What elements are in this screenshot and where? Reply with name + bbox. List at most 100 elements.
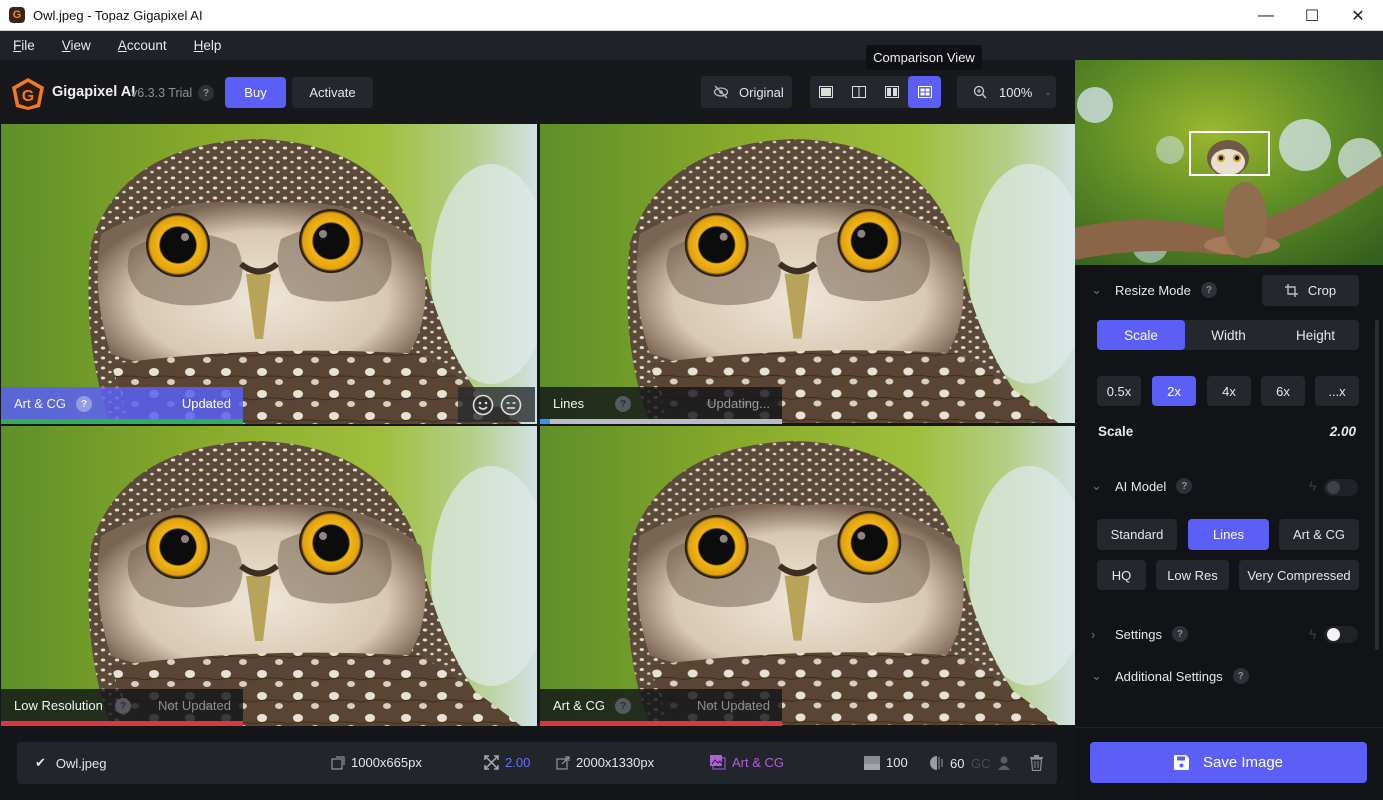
pane-status: Not Updated [697, 698, 770, 713]
zoom-in-icon [973, 85, 987, 99]
navigator-thumbnail[interactable] [1075, 60, 1383, 265]
scale-2x-button[interactable]: 2x [1152, 376, 1196, 406]
output-size-icon [556, 756, 570, 769]
help-icon[interactable]: ? [615, 396, 631, 412]
comparison-view-button[interactable] [908, 76, 941, 108]
original-toggle-button[interactable]: Original [701, 76, 792, 108]
image-info-bar[interactable]: ✔ Owl.jpeg 1000x665px 2.00 2000x1330px A… [17, 742, 1057, 784]
output-size-value: 2000x1330px [576, 755, 655, 770]
help-icon[interactable]: ? [1176, 478, 1193, 494]
side-by-side-view-button[interactable] [876, 76, 908, 108]
buy-button[interactable]: Buy [225, 77, 286, 108]
rating-controls [458, 387, 535, 422]
model-low-res-button[interactable]: Low Res [1156, 560, 1229, 590]
file-name: Owl.jpeg [55, 755, 107, 771]
window-titlebar: G Owl.jpeg - Topaz Gigapixel AI — ☐ ✕ [0, 0, 1383, 31]
input-size-icon [331, 756, 345, 769]
minimize-button[interactable]: — [1243, 0, 1289, 31]
pane-model-label: Lines ? Updating... [540, 387, 782, 424]
model-lines-button[interactable]: Lines [1188, 519, 1269, 550]
preview-pane[interactable]: Low Resolution ? Not Updated [1, 426, 537, 726]
tab-height[interactable]: Height [1272, 320, 1359, 350]
scale-info-value: 2.00 [505, 755, 531, 770]
lightning-icon: ϟ [1309, 626, 1317, 642]
gc-info: GC [971, 755, 1013, 771]
pane-status: Updated [181, 396, 231, 411]
scale-custom-button[interactable]: ...x [1315, 376, 1359, 406]
chevron-right-icon: › [1091, 626, 1096, 642]
pane-progress-fill [1, 721, 243, 726]
side-by-side-view-icon [885, 86, 899, 98]
owl-preview-image[interactable] [540, 426, 1075, 726]
split-view-button[interactable] [843, 76, 875, 108]
help-icon[interactable]: ? [115, 698, 131, 714]
zoom-dropdown[interactable]: 100% ⌄ [957, 76, 1056, 108]
model-hq-button[interactable]: HQ [1097, 560, 1146, 590]
original-label: Original [739, 84, 784, 100]
model-very-compressed-button[interactable]: Very Compressed [1239, 560, 1359, 590]
model-art-cg-button[interactable]: Art & CG [1279, 519, 1359, 550]
scale-label: Scale [1098, 424, 1134, 439]
brand-name: Gigapixel AI [52, 84, 136, 100]
face-recovery-icon[interactable] [997, 755, 1013, 771]
close-button[interactable]: ✕ [1335, 0, 1381, 31]
save-image-button[interactable]: Save Image [1090, 742, 1367, 783]
preview-pane[interactable]: Art & CG ? Not Updated [540, 426, 1075, 726]
resize-mode-header[interactable]: ⌄ Resize Mode ? [1091, 282, 1217, 298]
scale-value-input[interactable]: 2.00 [1300, 424, 1356, 439]
blur-icon [930, 756, 943, 770]
gigapixel-logo-icon: G [12, 78, 44, 110]
sidebar-scrollbar[interactable] [1375, 320, 1379, 650]
help-icon[interactable]: ? [1232, 668, 1249, 684]
settings-auto-toggle[interactable] [1324, 626, 1358, 643]
checkmark-icon[interactable]: ✔ [35, 755, 46, 771]
owl-preview-image[interactable] [1, 124, 537, 424]
scale-0-5x-button[interactable]: 0.5x [1097, 376, 1141, 406]
smiley-happy-icon[interactable] [472, 394, 494, 416]
menu-account[interactable]: Account [118, 38, 167, 53]
model-standard-button[interactable]: Standard [1097, 519, 1177, 550]
comparison-view-tooltip: Comparison View [866, 45, 982, 70]
menu-file[interactable]: File [13, 38, 35, 53]
owl-preview-image[interactable] [1, 426, 537, 726]
file-item: ✔ Owl.jpeg [35, 755, 106, 771]
help-icon[interactable]: ? [615, 698, 631, 714]
activate-button[interactable]: Activate [292, 77, 373, 108]
eye-off-icon [713, 85, 729, 99]
floppy-disk-icon [1173, 755, 1189, 770]
help-icon[interactable]: ? [1200, 282, 1217, 298]
ai-model-auto-toggle[interactable] [1324, 479, 1358, 496]
delete-button[interactable] [1030, 755, 1043, 771]
menu-view[interactable]: View [62, 38, 91, 53]
pane-model-label: Art & CG ? Updated [1, 387, 243, 424]
noise-info: 100 [864, 755, 908, 770]
single-view-button[interactable] [810, 76, 842, 108]
additional-settings-header[interactable]: ⌄ Additional Settings ? [1091, 668, 1249, 684]
pane-progress-fill [1, 419, 243, 424]
maximize-button[interactable]: ☐ [1289, 0, 1335, 31]
menu-help[interactable]: Help [194, 38, 222, 53]
owl-preview-image[interactable] [540, 124, 1075, 424]
model-info: Art & CG [710, 755, 784, 770]
gc-label: GC [971, 755, 991, 771]
scale-4x-button[interactable]: 4x [1207, 376, 1251, 406]
ai-model-header[interactable]: ⌄ AI Model ? [1091, 478, 1193, 494]
single-view-icon [819, 86, 833, 98]
pane-progress-track [1, 721, 243, 726]
help-icon[interactable]: ? [1171, 626, 1188, 642]
tab-scale[interactable]: Scale [1097, 320, 1185, 350]
smiley-neutral-icon[interactable] [500, 394, 522, 416]
view-mode-group [810, 76, 941, 108]
help-icon[interactable]: ? [198, 85, 214, 101]
preview-pane[interactable]: Art & CG ? Updated [1, 124, 537, 424]
scale-6x-button[interactable]: 6x [1261, 376, 1305, 406]
preview-pane[interactable]: Lines ? Updating... [540, 124, 1075, 424]
noise-value: 100 [886, 755, 908, 770]
crop-button[interactable]: Crop [1262, 275, 1359, 306]
pane-progress-track [1, 419, 243, 424]
help-icon[interactable]: ? [76, 396, 92, 412]
close-icon: ✕ [1351, 7, 1365, 25]
tab-width[interactable]: Width [1185, 320, 1272, 350]
input-size-value: 1000x665px [351, 755, 422, 770]
settings-header[interactable]: › Settings ? [1091, 626, 1188, 642]
